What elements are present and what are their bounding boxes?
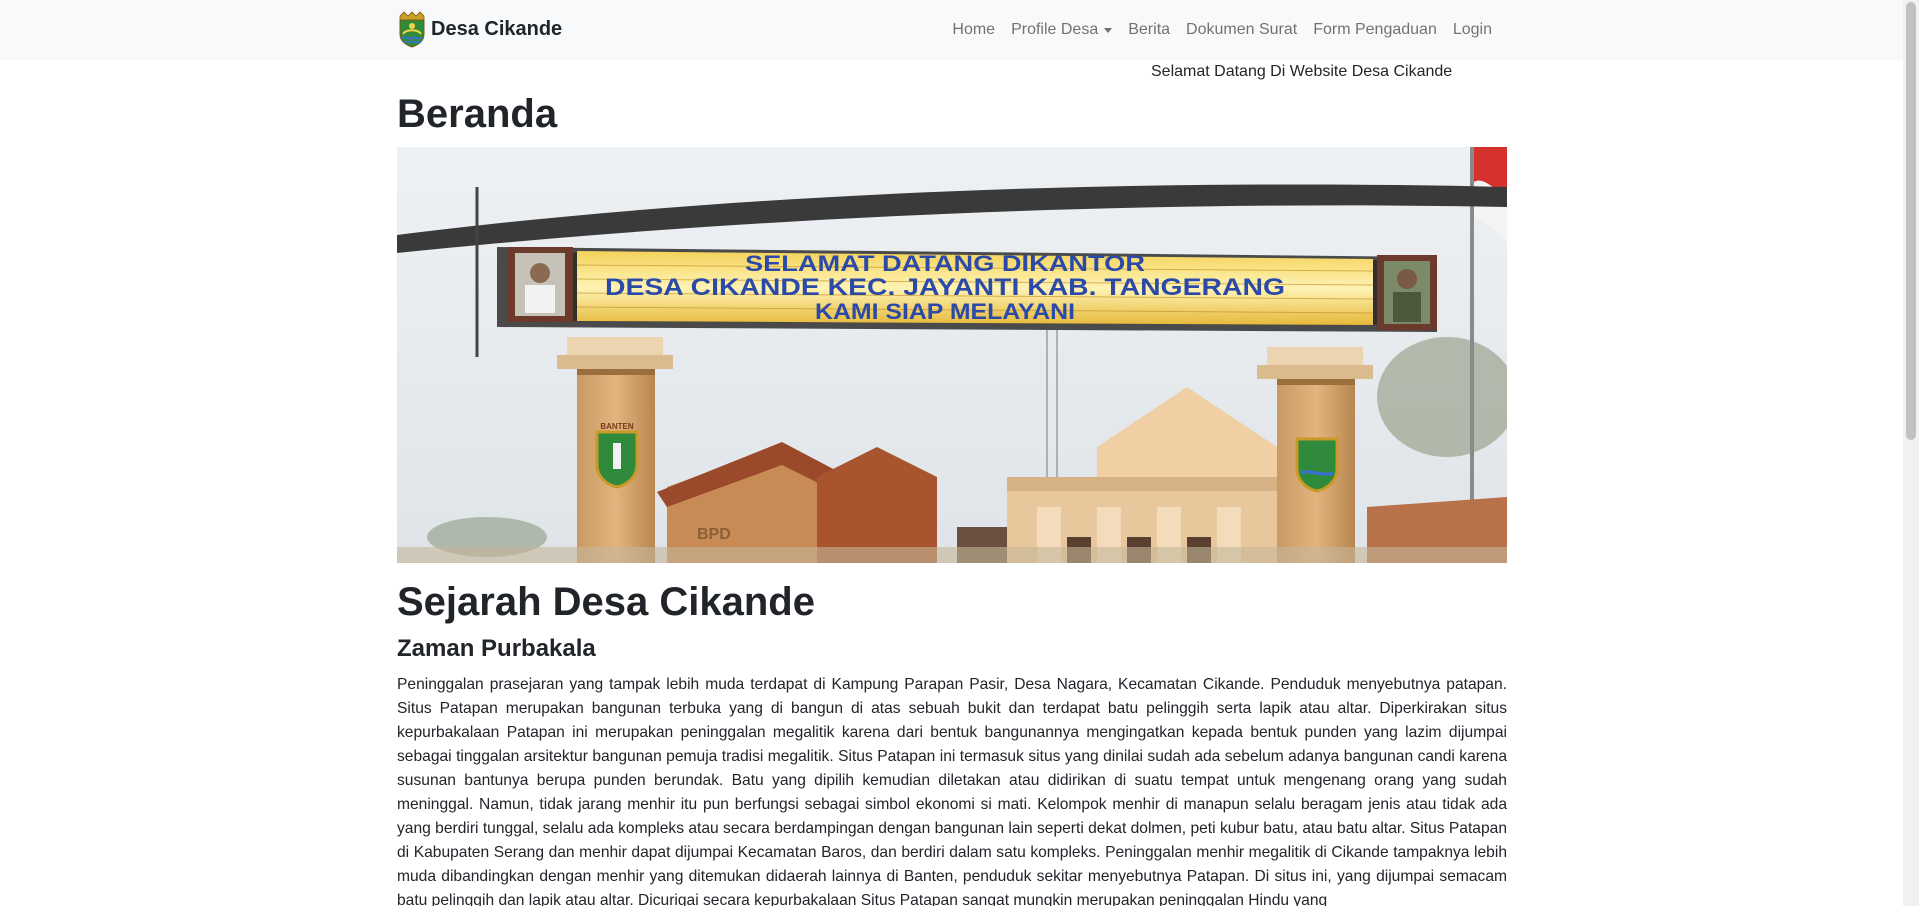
history-title: Sejarah Desa Cikande [397,580,815,624]
gate-sign-line-2: DESA CIKANDE KEC. JAYANTI KAB. TANGERANG [605,274,1285,301]
welcome-text: Selamat Datang Di Website Desa Cikande [1151,63,1453,80]
village-gate-photo: SELAMAT DATANG DIKANTOR DESA CIKANDE KEC… [397,147,1507,563]
building-label: BPD [697,526,731,543]
left-pillar-label: BANTEN [600,422,634,431]
kabupaten-tangerang-emblem-icon [399,11,425,48]
nav-profile-desa-label: Profile Desa [1011,21,1099,38]
hero-image: SELAMAT DATANG DIKANTOR DESA CIKANDE KEC… [397,147,1507,563]
nav-profile-desa-dropdown[interactable]: Profile Desa [1003,21,1120,39]
history-subtitle: Zaman Purbakala [397,635,596,662]
nav-links: Home Profile Desa Berita Dokumen Surat F… [944,0,1500,60]
top-navbar: Desa Cikande Home Profile Desa Berita Do… [0,0,1903,60]
nav-dokumen-surat[interactable]: Dokumen Surat [1178,21,1305,39]
page-title: Beranda [397,92,558,136]
scrollbar-thumb[interactable] [1906,2,1916,440]
history-paragraph: Peninggalan prasejaran yang tampak lebih… [397,676,1507,906]
nav-form-pengaduan[interactable]: Form Pengaduan [1305,21,1445,39]
nav-login[interactable]: Login [1445,21,1500,39]
gate-sign-line-3: KAMI SIAP MELAYANI [815,299,1075,324]
vertical-scrollbar[interactable] [1903,0,1919,906]
brand-name: Desa Cikande [431,17,563,40]
brand-link[interactable]: Desa Cikande [397,10,562,48]
gate-sign-line-1: SELAMAT DATANG DIKANTOR [745,251,1145,276]
caret-down-icon [1104,27,1113,33]
nav-home[interactable]: Home [944,21,1003,39]
nav-berita[interactable]: Berita [1120,21,1178,39]
